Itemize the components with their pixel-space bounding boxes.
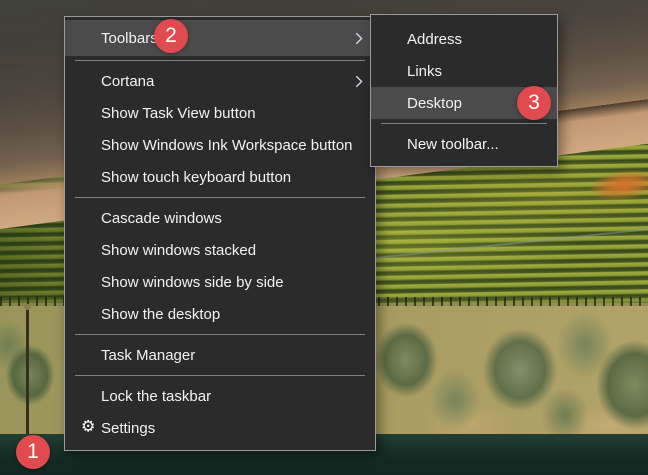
menu-item-label: Show Windows Ink Workspace button xyxy=(101,136,353,154)
menu-item-label: Links xyxy=(407,62,443,80)
menu-item-show-windows-ink-workspace-button[interactable]: Show Windows Ink Workspace button xyxy=(65,129,375,161)
menu-item-label: Show Task View button xyxy=(101,104,256,122)
submenu-item-address[interactable]: Address xyxy=(371,23,557,55)
menu-separator xyxy=(75,334,365,335)
menu-item-settings[interactable]: ⚙ Settings xyxy=(65,412,375,444)
menu-item-lock-the-taskbar[interactable]: Lock the taskbar xyxy=(65,380,375,412)
menu-separator xyxy=(75,60,365,61)
menu-item-label: Cascade windows xyxy=(101,209,222,227)
chevron-right-icon xyxy=(355,32,363,45)
submenu-item-new-toolbar[interactable]: New toolbar... xyxy=(371,128,557,160)
menu-item-show-task-view-button[interactable]: Show Task View button xyxy=(65,97,375,129)
taskbar-context-menu: Toolbars Cortana Show Task View button S… xyxy=(64,16,376,451)
menu-item-label: Show touch keyboard button xyxy=(101,168,292,186)
menu-item-show-touch-keyboard-button[interactable]: Show touch keyboard button xyxy=(65,161,375,193)
fence-post xyxy=(24,304,31,436)
annotation-badge-1: 1 xyxy=(16,435,50,469)
menu-item-label: Cortana xyxy=(101,72,155,90)
menu-item-cascade-windows[interactable]: Cascade windows xyxy=(65,202,375,234)
menu-separator xyxy=(75,375,365,376)
annotation-badge-3: 3 xyxy=(517,86,551,120)
menu-item-task-manager[interactable]: Task Manager xyxy=(65,339,375,371)
menu-item-label: Address xyxy=(407,30,463,48)
menu-item-label: Settings xyxy=(101,419,156,437)
menu-item-toolbars[interactable]: Toolbars xyxy=(65,20,375,56)
menu-item-cortana[interactable]: Cortana xyxy=(65,65,375,97)
menu-separator xyxy=(75,197,365,198)
menu-item-show-windows-side-by-side[interactable]: Show windows side by side xyxy=(65,266,375,298)
submenu-item-links[interactable]: Links xyxy=(371,55,557,87)
annotation-badge-2: 2 xyxy=(154,19,188,53)
menu-item-label: New toolbar... xyxy=(407,135,499,153)
menu-separator xyxy=(381,123,547,124)
menu-item-label: Show windows side by side xyxy=(101,273,284,291)
screenshot-stage: Toolbars Cortana Show Task View button S… xyxy=(0,0,648,475)
chevron-right-icon xyxy=(355,75,363,88)
menu-item-label: Lock the taskbar xyxy=(101,387,212,405)
menu-item-label: Toolbars xyxy=(101,29,158,47)
menu-item-show-the-desktop[interactable]: Show the desktop xyxy=(65,298,375,330)
menu-item-show-windows-stacked[interactable]: Show windows stacked xyxy=(65,234,375,266)
menu-item-label: Show windows stacked xyxy=(101,241,257,259)
menu-item-label: Show the desktop xyxy=(101,305,221,323)
menu-item-label: Task Manager xyxy=(101,346,196,364)
gear-icon: ⚙ xyxy=(81,418,96,436)
